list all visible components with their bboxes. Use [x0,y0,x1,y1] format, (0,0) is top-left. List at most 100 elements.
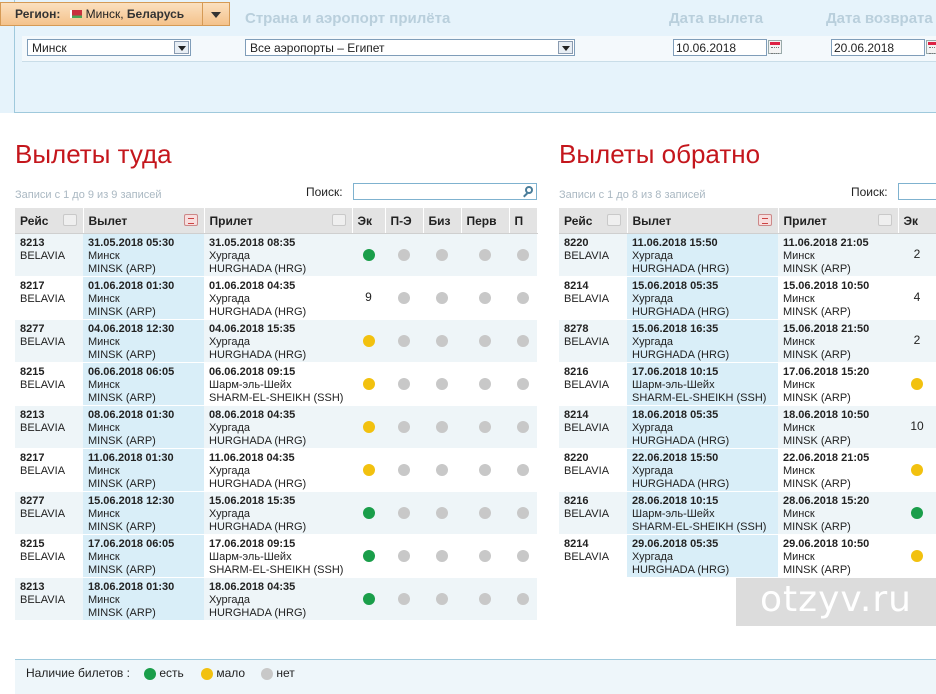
table-row[interactable]: 8215 BELAVIA 17.06.2018 06:05 Минск MINSK (A… [15,534,537,578]
col-label: П-Э [390,213,412,228]
arrival-airport: SHARM-EL-SHEIKH (SSH) [209,564,344,576]
flight-cell: 8215 BELAVIA [15,362,83,406]
departure-datetime: 22.06.2018 15:50 [632,452,719,464]
table-row[interactable]: 8277 BELAVIA 15.06.2018 12:30 Минск MINSK (A… [15,491,537,535]
arrival-airport: MINSK (ARP) [783,306,851,318]
col-flight[interactable]: Рейс [559,208,628,234]
airline-name: BELAVIA [20,336,66,348]
departure-airport: HURGHADA (HRG) [632,263,730,275]
none-dot-icon [398,334,410,347]
none-dot-icon [517,291,529,304]
chevron-down-icon[interactable] [558,41,573,54]
col-arrival[interactable]: Прилет [778,208,899,234]
availability-cell [352,362,385,406]
flight-cell: 8215 BELAVIA [15,534,83,578]
arrival-cell: 18.06.2018 10:50 Минск MINSK (ARP) [778,405,898,449]
airline-name: BELAVIA [564,551,610,563]
departure-city-select[interactable]: Минск [27,39,191,56]
col-economy[interactable]: Эк [352,208,386,234]
arrival-airport: MINSK (ARP) [783,478,851,490]
arrival-cell: 18.06.2018 04:35 Хургада HURGHADA (HRG) [204,577,352,621]
airline-name: BELAVIA [564,379,610,391]
region-label: Регион: [15,7,61,21]
col-p[interactable]: П [509,208,538,234]
chevron-down-icon[interactable] [174,41,189,54]
chevron-down-icon[interactable] [202,3,229,25]
departure-datetime: 18.06.2018 05:35 [632,409,719,421]
arrival-cell: 06.06.2018 09:15 Шарм-эль-Шейх SHARM-EL-SH… [204,362,352,406]
col-arrival[interactable]: Прилет [204,208,353,234]
col-premium-economy[interactable]: П-Э [385,208,424,234]
table-row[interactable]: 8220 BELAVIA 22.06.2018 15:50 Хургада HURGHA… [559,448,936,492]
destination-select[interactable]: Все аэропорты – Египет [245,39,575,56]
table-row[interactable]: 8213 BELAVIA 18.06.2018 01:30 Минск MINSK (A… [15,577,537,621]
flight-number: 8214 [564,280,589,292]
calendar-icon[interactable] [768,40,782,54]
table-row[interactable]: 8217 BELAVIA 01.06.2018 01:30 Минск MINSK (A… [15,276,537,320]
table-row[interactable]: 8216 BELAVIA 17.06.2018 10:15 Шарм-эль-Шейх… [559,362,936,406]
table-row[interactable]: 8214 BELAVIA 15.06.2018 05:35 Хургада HURGHA… [559,276,936,320]
arrival-airport: MINSK (ARP) [783,263,851,275]
col-first[interactable]: Перв [461,208,510,234]
table-row[interactable]: 8214 BELAVIA 18.06.2018 05:35 Хургада HURGHA… [559,405,936,449]
availability-cell [423,276,461,320]
arrival-city: Минск [783,465,815,477]
departure-airport: HURGHADA (HRG) [632,478,730,490]
flight-number: 8213 [20,237,45,249]
flight-cell: 8277 BELAVIA [15,491,83,535]
table-row[interactable]: 8278 BELAVIA 15.06.2018 16:35 Хургада HURGHA… [559,319,936,363]
flight-number: 8217 [20,452,45,464]
region-selector[interactable]: Регион: Минск, Беларусь [0,2,230,26]
col-business[interactable]: Биз [423,208,462,234]
table-row[interactable]: 8215 BELAVIA 06.06.2018 06:05 Минск MINSK (A… [15,362,537,406]
flight-number: 8216 [564,366,589,378]
table-row[interactable]: 8220 BELAVIA 11.06.2018 15:50 Хургада HURGHA… [559,233,936,277]
flight-number: 8220 [564,452,589,464]
arrival-cell: 29.06.2018 10:50 Минск MINSK (ARP) [778,534,898,578]
table-row[interactable]: 8217 BELAVIA 11.06.2018 01:30 Минск MINSK (A… [15,448,537,492]
seats-count: 2 [913,333,921,347]
table-row[interactable]: 8214 BELAVIA 29.06.2018 05:35 Хургада HURGHA… [559,534,936,578]
seats-count: 10 [910,419,924,433]
inbound-search-input[interactable] [898,183,936,200]
seats-count: 4 [913,290,921,304]
arrival-airport: SHARM-EL-SHEIKH (SSH) [209,392,344,404]
flight-number: 8216 [564,495,589,507]
availability-cell [509,405,537,449]
sort-icon [331,214,346,226]
col-economy[interactable]: Эк [898,208,936,234]
col-flight[interactable]: Рейс [15,208,84,234]
airline-name: BELAVIA [20,422,66,434]
calendar-icon[interactable] [926,40,936,54]
flight-number: 8215 [20,538,45,550]
availability-cell [423,233,461,277]
none-dot-icon [479,592,491,605]
arrival-cell: 28.06.2018 15:20 Минск MINSK (ARP) [778,491,898,535]
outbound-search-input[interactable] [353,183,537,200]
table-row[interactable]: 8277 BELAVIA 04.06.2018 12:30 Минск MINSK (A… [15,319,537,363]
table-row[interactable]: 8213 BELAVIA 08.06.2018 01:30 Минск MINSK (A… [15,405,537,449]
departure-cell: 15.06.2018 05:35 Хургада HURGHADA (HRG) [627,276,778,320]
departure-datetime: 15.06.2018 16:35 [632,323,719,335]
departure-cell: 01.06.2018 01:30 Минск MINSK (ARP) [83,276,204,320]
inbound-records-info: Записи с 1 до 8 из 8 записей [559,189,706,201]
arrival-datetime: 17.06.2018 09:15 [209,538,296,550]
availability-cell [509,233,537,277]
table-row[interactable]: 8216 BELAVIA 28.06.2018 10:15 Шарм-эль-Шейх… [559,491,936,535]
col-departure[interactable]: Вылет [627,208,779,234]
availability-cell [461,319,509,363]
none-dot-icon [517,248,529,261]
departure-date-input[interactable]: 10.06.2018 [673,39,767,56]
arrival-airport: HURGHADA (HRG) [209,263,307,275]
flight-cell: 8216 BELAVIA [559,491,627,535]
airline-name: BELAVIA [564,293,610,305]
return-date-input[interactable]: 20.06.2018 [831,39,925,56]
departure-cell: 15.06.2018 12:30 Минск MINSK (ARP) [83,491,204,535]
table-row[interactable]: 8213 BELAVIA 31.05.2018 05:30 Минск MINSK (A… [15,233,537,277]
arrival-cell: 15.06.2018 15:35 Хургада HURGHADA (HRG) [204,491,352,535]
legend-label: Наличие билетов : [26,666,130,680]
airline-name: BELAVIA [564,250,610,262]
availability-cell [461,491,509,535]
col-label: Рейс [20,213,49,228]
col-departure[interactable]: Вылет [83,208,205,234]
